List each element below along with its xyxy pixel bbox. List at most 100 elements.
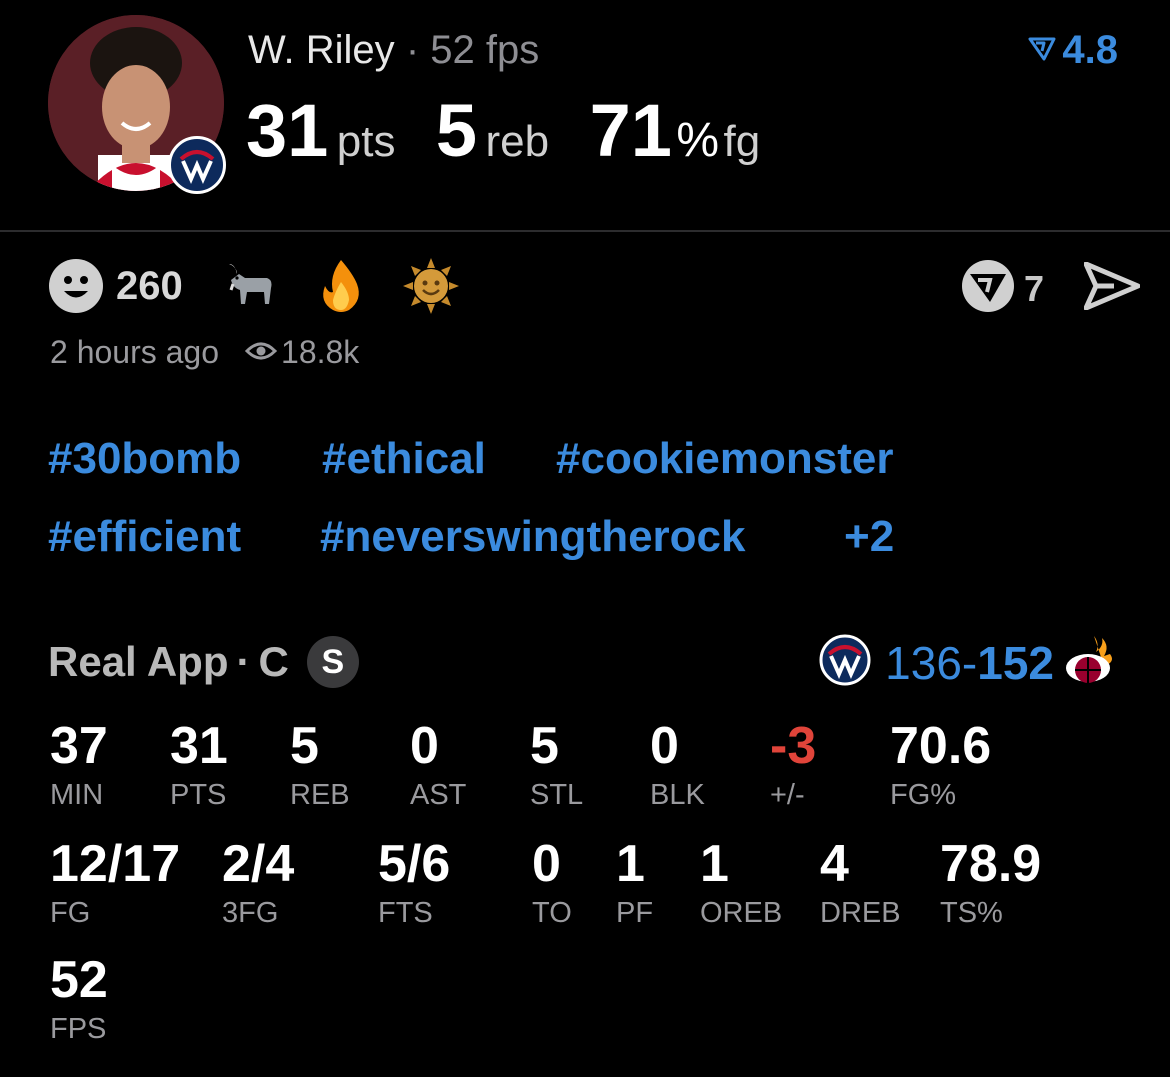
stat-cell: 5/6 FTS [378, 834, 450, 930]
headline-rebounds-value: 5 [435, 89, 478, 172]
stat-label: TS% [940, 897, 1003, 929]
headline-fg-value: 71 [589, 89, 672, 172]
opponent-team-icon [1064, 632, 1118, 693]
stat-value: 2/4 [222, 835, 295, 893]
stat-cell: 4 DREB [820, 834, 901, 930]
stat-label: AST [410, 779, 467, 811]
stat-value: 5 [290, 717, 319, 775]
view-count-group: 18.8k [244, 334, 360, 371]
reaction-count: 260 [116, 263, 183, 308]
view-count: 18.8k [281, 334, 360, 370]
stat-cell: 0 TO [532, 834, 572, 930]
post-time: 2 hours ago [50, 334, 220, 370]
stat-label: PF [616, 897, 654, 929]
comment-count: 7 [1023, 267, 1044, 309]
player-position: C [258, 638, 289, 685]
stat-cell: 70.6 FG% [890, 716, 991, 812]
score-separator: - [961, 636, 978, 689]
comment-share-bar: 7 [960, 258, 1141, 319]
stat-value: 31 [170, 717, 228, 775]
stat-label: FTS [378, 897, 433, 929]
stat-value: 52 [50, 951, 108, 1009]
stat-label: REB [290, 779, 350, 811]
stat-cell: 37 MIN [50, 716, 108, 812]
plus-minus-value: -3 [770, 717, 817, 775]
rating-value: 4.8 [1062, 28, 1118, 72]
headline-points-value: 31 [246, 89, 329, 172]
tag-chip[interactable]: #cookiemonster [556, 434, 893, 484]
stat-cell: 2/4 3FG [222, 834, 294, 930]
stat-cell: -3 +/- [770, 716, 816, 812]
stat-cell: 1 PF [616, 834, 653, 930]
headline-fg-unit: fg [723, 117, 761, 166]
team-logo-icon [168, 136, 226, 194]
eye-icon [244, 334, 278, 371]
tag-chip[interactable]: #efficient [48, 512, 241, 562]
stat-label: +/- [770, 779, 805, 811]
player-fps: 52 fps [430, 28, 540, 72]
stat-cell: 12/17 FG [50, 834, 180, 930]
smile-icon[interactable] [48, 258, 104, 314]
stat-label: 3FG [222, 897, 279, 929]
game-score[interactable]: 136 - 152 [819, 632, 1118, 693]
stat-cell: 78.9 TS% [940, 834, 1041, 930]
headline-rebounds-unit: reb [485, 117, 550, 166]
stat-label: FG% [890, 779, 957, 811]
stat-value: 0 [650, 717, 679, 775]
stat-value: 1 [700, 835, 729, 893]
home-team-icon [819, 634, 871, 691]
stat-label: PTS [170, 779, 227, 811]
share-icon[interactable] [1083, 261, 1141, 315]
stat-cell: 5 STL [530, 716, 583, 812]
stat-value: 12/17 [50, 835, 181, 893]
player-title[interactable]: W. Riley · 52 fps [248, 26, 539, 74]
stat-label: FPS [50, 1013, 107, 1045]
stat-value: 4 [820, 835, 849, 893]
tag-chip[interactable]: #ethical [322, 434, 486, 484]
stat-value: 1 [616, 835, 645, 893]
reactions-bar: 260 [48, 258, 493, 314]
more-tags-button[interactable]: +2 [844, 512, 894, 562]
headline-points-unit: pts [336, 117, 396, 166]
stat-value: 0 [532, 835, 561, 893]
stat-cell: 5 REB [290, 716, 350, 812]
rating-badge[interactable]: 4.8 [1028, 28, 1118, 73]
sun-icon[interactable] [402, 258, 459, 314]
stat-label: BLK [650, 779, 705, 811]
source-app[interactable]: Real App [48, 638, 228, 686]
stat-value: 5 [530, 717, 559, 775]
headline-fg-percent: % [676, 114, 720, 167]
tag-chip[interactable]: #neverswingtherock [320, 512, 746, 562]
stat-value: 70.6 [890, 717, 992, 775]
header-divider [0, 230, 1170, 232]
stat-label: FG [50, 897, 91, 929]
headline-stats: 31 pts 5 reb 71 % fg [246, 88, 760, 173]
stat-label: DREB [820, 897, 901, 929]
team-score: 136 [885, 636, 962, 689]
title-separator: · [405, 28, 420, 72]
stat-value: 78.9 [940, 835, 1042, 893]
status-badge: S [306, 636, 359, 688]
fire-icon[interactable] [313, 258, 369, 314]
rating-icon [1028, 28, 1056, 73]
stat-cell: 31 PTS [170, 716, 228, 812]
player-name[interactable]: W. Riley [248, 28, 395, 72]
stat-cell: 0 AST [410, 716, 466, 812]
stat-label: STL [530, 779, 584, 811]
comment-icon[interactable] [960, 258, 1016, 319]
game-source: Real App · C S [48, 636, 359, 688]
stat-cell: 1 OREB [700, 834, 782, 930]
post-meta: 2 hours ago 18.8k [50, 334, 359, 371]
goat-icon[interactable] [223, 258, 279, 314]
opponent-score: 152 [977, 636, 1054, 689]
stat-label: MIN [50, 779, 104, 811]
stat-value: 37 [50, 717, 108, 775]
source-separator: · [236, 638, 251, 685]
stat-cell: 52 FPS [50, 950, 108, 1046]
stat-value: 0 [410, 717, 439, 775]
tag-chip[interactable]: #30bomb [48, 434, 241, 484]
stat-cell: 0 BLK [650, 716, 705, 812]
stat-label: OREB [700, 897, 783, 929]
stat-value: 5/6 [378, 835, 451, 893]
stat-label: TO [532, 897, 572, 929]
